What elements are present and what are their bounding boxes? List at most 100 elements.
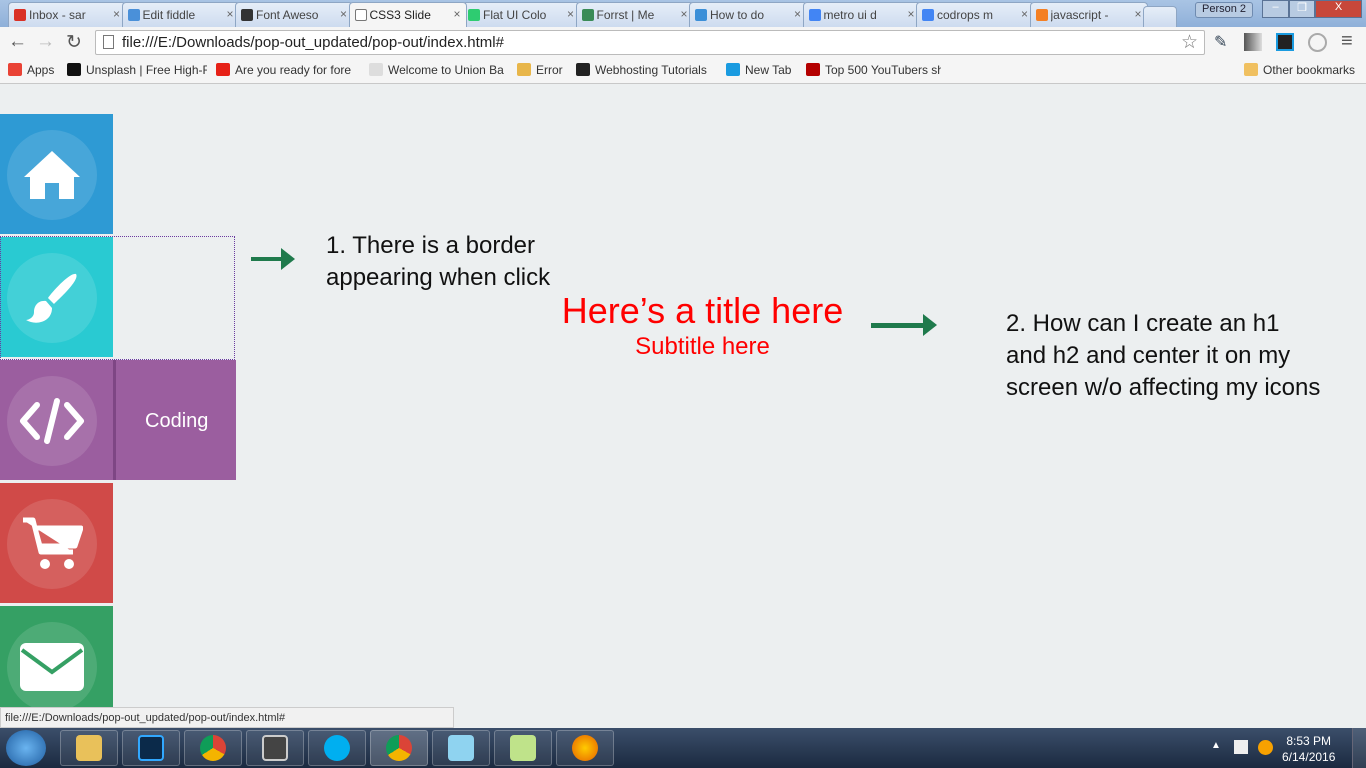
tab-close-icon[interactable]: × bbox=[226, 7, 233, 21]
paintbrush-icon bbox=[26, 273, 77, 323]
bookmark[interactable]: Unsplash | Free High-R bbox=[67, 63, 207, 77]
reload-button[interactable]: ↻ bbox=[66, 31, 82, 54]
tab-close-icon[interactable]: × bbox=[794, 7, 801, 21]
page-icon bbox=[103, 35, 114, 49]
bookmark-label: Unsplash | Free High-R bbox=[86, 63, 207, 77]
bookmark-icon bbox=[726, 63, 740, 76]
arrow-right-icon bbox=[251, 248, 295, 270]
sidebar-item-mail[interactable] bbox=[0, 606, 113, 712]
tab[interactable]: metro ui d × bbox=[802, 2, 921, 27]
taskbar-chrome[interactable] bbox=[184, 730, 242, 766]
clapperboard-icon[interactable] bbox=[1276, 33, 1294, 51]
favicon-icon bbox=[695, 9, 707, 21]
bookmark[interactable]: Error bbox=[517, 63, 572, 77]
favicon-icon bbox=[922, 9, 934, 21]
bookmark-icon bbox=[8, 63, 22, 76]
bookmark[interactable]: Welcome to Union Ba bbox=[369, 63, 509, 77]
bookmark[interactable]: New Tab bbox=[726, 63, 801, 77]
taskbar-skype[interactable] bbox=[308, 730, 366, 766]
sidebar-item-home[interactable] bbox=[0, 114, 113, 234]
tab-label: metro ui d bbox=[823, 8, 877, 22]
bookmark-icon bbox=[517, 63, 531, 76]
page-subtitle: Subtitle here bbox=[635, 333, 770, 360]
start-button[interactable] bbox=[6, 730, 46, 766]
other-bookmarks[interactable]: Other bookmarks bbox=[1244, 63, 1355, 77]
icon-circle bbox=[7, 376, 97, 466]
code-icon bbox=[20, 398, 84, 444]
tab-close-icon[interactable]: × bbox=[567, 7, 574, 21]
taskbar-firefox[interactable] bbox=[556, 730, 614, 766]
bookmark[interactable]: Webhosting Tutorials bbox=[576, 63, 716, 77]
tab-close-icon[interactable]: × bbox=[340, 7, 347, 21]
www-icon[interactable] bbox=[1308, 33, 1327, 52]
taskbar-chrome-active[interactable] bbox=[370, 730, 428, 766]
new-tab-button[interactable] bbox=[1143, 6, 1177, 27]
tray-expand-icon[interactable]: ▲ bbox=[1211, 740, 1221, 751]
tray-app-icon[interactable] bbox=[1258, 740, 1273, 755]
tab[interactable]: How to do × bbox=[689, 2, 807, 27]
bookmarks-bar: Apps Unsplash | Free High-R Are you ready … bbox=[0, 58, 1366, 84]
taskbar-sublime[interactable] bbox=[246, 730, 304, 766]
profile-button[interactable]: Person 2 bbox=[1195, 2, 1253, 18]
tab[interactable]: Inbox - sar × bbox=[8, 2, 126, 27]
sidebar-item-cart[interactable] bbox=[0, 483, 113, 603]
bookmark-label: Webhosting Tutorials bbox=[595, 63, 707, 77]
address-bar[interactable]: file:///E:/Downloads/pop-out_updated/pop… bbox=[95, 30, 1205, 55]
tab[interactable]: Edit fiddle × bbox=[121, 2, 240, 27]
eyedropper-icon[interactable]: ✎ bbox=[1214, 32, 1227, 52]
tab-close-icon[interactable]: × bbox=[113, 7, 120, 21]
sidebar-item-coding[interactable]: Coding bbox=[0, 360, 236, 480]
clock[interactable]: 8:53 PM 6/14/2016 bbox=[1282, 733, 1335, 765]
menu-icon[interactable]: ≡ bbox=[1341, 30, 1353, 53]
favicon-icon bbox=[241, 9, 253, 21]
bookmark[interactable]: Are you ready for fore bbox=[216, 63, 361, 77]
taskbar-notepad[interactable] bbox=[494, 730, 552, 766]
maximize-button[interactable]: ❐ bbox=[1289, 0, 1315, 18]
back-button[interactable]: ← bbox=[8, 31, 27, 53]
tab-strip: Inbox - sar × Edit fiddle × Font Aweso × CSS3 … bbox=[0, 0, 1366, 27]
forward-button[interactable]: → bbox=[36, 31, 55, 53]
tab-close-icon[interactable]: × bbox=[680, 7, 687, 21]
bookmark[interactable]: Apps bbox=[8, 63, 63, 77]
tab[interactable]: Font Aweso × bbox=[235, 2, 353, 27]
favicon-icon bbox=[1035, 9, 1048, 21]
bookmark-label: New Tab bbox=[745, 63, 792, 77]
taskbar-explorer[interactable] bbox=[60, 730, 118, 766]
minimize-button[interactable]: – bbox=[1262, 0, 1289, 18]
favicon-icon bbox=[581, 9, 594, 21]
skype-icon bbox=[324, 735, 350, 761]
bookmark-icon bbox=[576, 63, 590, 76]
flag-icon[interactable] bbox=[1234, 740, 1248, 754]
favicon-icon bbox=[808, 9, 821, 21]
star-icon[interactable]: ☆ bbox=[1181, 31, 1198, 54]
bookmark-label: Error bbox=[536, 63, 563, 77]
tab[interactable]: codrops m × bbox=[916, 2, 1034, 27]
tab[interactable]: javascript - × bbox=[1029, 2, 1148, 27]
title-block: Here’s a title here Subtitle here bbox=[540, 290, 865, 362]
favicon-icon bbox=[14, 9, 26, 21]
chrome-icon bbox=[386, 735, 412, 761]
tab-close-icon[interactable]: × bbox=[1134, 7, 1141, 21]
tab[interactable]: Forrst | Me × bbox=[575, 2, 694, 27]
sidebar-item-paint[interactable] bbox=[0, 237, 113, 357]
bookmark-icon bbox=[216, 63, 230, 76]
show-desktop-button[interactable] bbox=[1352, 728, 1366, 768]
extension-icon[interactable] bbox=[1244, 33, 1262, 51]
folder-icon bbox=[76, 735, 102, 761]
close-window-button[interactable]: X bbox=[1315, 0, 1362, 18]
taskbar-app[interactable] bbox=[432, 730, 490, 766]
time: 8:53 PM bbox=[1286, 734, 1332, 748]
tab-close-icon[interactable]: × bbox=[1021, 7, 1028, 21]
tab-label: Forrst | Me bbox=[596, 8, 655, 22]
tab-close-icon[interactable]: × bbox=[453, 7, 460, 21]
tab-label: codrops m bbox=[937, 8, 994, 22]
note-2: 2. How can I create an h1 and h2 and cen… bbox=[1006, 310, 1321, 401]
bookmark-label: Are you ready for fore bbox=[235, 63, 352, 77]
tab[interactable]: CSS3 Slide × bbox=[348, 2, 467, 27]
tab[interactable]: Flat UI Colo × bbox=[462, 2, 580, 27]
taskbar-photoshop[interactable] bbox=[122, 730, 180, 766]
tab-label: Inbox - sar bbox=[29, 8, 86, 22]
bookmark[interactable]: Top 500 YouTubers sh bbox=[806, 63, 941, 77]
favicon-icon bbox=[127, 9, 140, 21]
tab-close-icon[interactable]: × bbox=[907, 7, 914, 21]
